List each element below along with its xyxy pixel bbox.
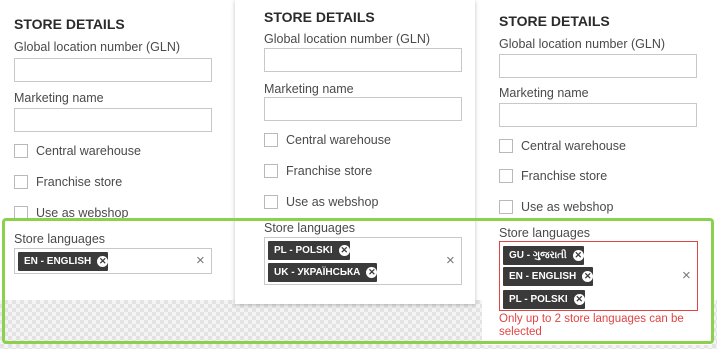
- marketing-name-input[interactable]: [264, 97, 462, 121]
- tag-label: GU - ગુજરાતી: [509, 250, 567, 261]
- tag-label: UK - УКРАЇНСЬКА: [274, 267, 361, 278]
- store-languages-label: Store languages: [14, 232, 106, 246]
- tag-remove-icon[interactable]: ✕: [366, 267, 378, 278]
- central-warehouse-checkbox-row[interactable]: Central warehouse: [264, 132, 391, 148]
- store-details-panel-2: STORE DETAILS Global location number (GL…: [235, 0, 475, 304]
- franchise-store-checkbox[interactable]: [264, 164, 278, 178]
- use-as-webshop-checkbox[interactable]: [499, 200, 513, 214]
- store-languages-select[interactable]: PL - POLSKI ✕ UK - УКРАЇНСЬКА ✕ ×: [264, 237, 462, 285]
- central-warehouse-checkbox[interactable]: [499, 139, 513, 153]
- store-languages-label: Store languages: [499, 226, 591, 240]
- use-as-webshop-checkbox-row[interactable]: Use as webshop: [264, 194, 378, 210]
- checkbox-label: Use as webshop: [36, 206, 129, 220]
- central-warehouse-checkbox[interactable]: [14, 144, 28, 158]
- franchise-store-checkbox[interactable]: [14, 175, 28, 189]
- use-as-webshop-checkbox[interactable]: [14, 206, 28, 220]
- marketing-name-input[interactable]: [499, 103, 697, 127]
- gln-input[interactable]: [14, 58, 212, 82]
- store-languages-select[interactable]: GU - ગુજરાતી ✕ EN - ENGLISH ✕ PL - POLSK…: [499, 241, 698, 311]
- franchise-store-checkbox[interactable]: [499, 169, 513, 183]
- checkbox-label: Franchise store: [286, 164, 373, 178]
- use-as-webshop-checkbox[interactable]: [264, 195, 278, 209]
- gln-input[interactable]: [499, 54, 697, 78]
- clear-icon[interactable]: ×: [446, 253, 455, 268]
- checkbox-label: Central warehouse: [521, 139, 626, 153]
- gln-input[interactable]: [264, 48, 462, 72]
- checkbox-label: Franchise store: [36, 175, 123, 189]
- clear-icon[interactable]: ×: [682, 268, 691, 283]
- tag-remove-icon[interactable]: ✕: [572, 250, 584, 261]
- store-details-panel-1: STORE DETAILS Global location number (GL…: [0, 0, 228, 300]
- marketing-name-label: Marketing name: [14, 91, 104, 105]
- language-tag: GU - ગુજરાતી ✕: [503, 246, 584, 265]
- gln-label: Global location number (GLN): [14, 40, 181, 54]
- use-as-webshop-checkbox-row[interactable]: Use as webshop: [14, 205, 128, 221]
- tag-remove-icon[interactable]: ✕: [97, 256, 109, 267]
- panel-title: STORE DETAILS: [264, 9, 375, 25]
- checkbox-label: Use as webshop: [286, 195, 379, 209]
- tag-label: EN - ENGLISH: [509, 271, 577, 282]
- language-tag: PL - POLSKI ✕: [268, 241, 350, 260]
- tag-label: EN - ENGLISH: [24, 256, 92, 267]
- tag-remove-icon[interactable]: ✕: [582, 271, 594, 282]
- checkbox-label: Central warehouse: [286, 133, 391, 147]
- language-tag: UK - УКРАЇНСЬКА ✕: [268, 263, 378, 282]
- central-warehouse-checkbox-row[interactable]: Central warehouse: [499, 138, 626, 154]
- marketing-name-label: Marketing name: [264, 82, 354, 96]
- checkbox-label: Use as webshop: [521, 200, 614, 214]
- language-tag: PL - POLSKI ✕: [503, 290, 585, 309]
- franchise-store-checkbox-row[interactable]: Franchise store: [14, 174, 122, 190]
- tag-remove-icon[interactable]: ✕: [338, 245, 350, 256]
- tag-label: PL - POLSKI: [274, 245, 333, 256]
- marketing-name-label: Marketing name: [499, 86, 589, 100]
- error-message: Only up to 2 store languages can be sele…: [499, 313, 684, 338]
- marketing-name-input[interactable]: [14, 108, 212, 132]
- franchise-store-checkbox-row[interactable]: Franchise store: [264, 163, 372, 179]
- store-languages-select[interactable]: EN - ENGLISH ✕ ×: [14, 248, 212, 274]
- store-details-panel-3: STORE DETAILS Global location number (GL…: [482, 0, 712, 345]
- tag-label: PL - POLSKI: [509, 294, 568, 305]
- panel-title: STORE DETAILS: [14, 16, 125, 32]
- central-warehouse-checkbox-row[interactable]: Central warehouse: [14, 143, 141, 159]
- language-tag: EN - ENGLISH ✕: [503, 267, 594, 286]
- panel-title: STORE DETAILS: [499, 13, 610, 29]
- checkbox-label: Central warehouse: [36, 144, 141, 158]
- use-as-webshop-checkbox-row[interactable]: Use as webshop: [499, 199, 613, 215]
- central-warehouse-checkbox[interactable]: [264, 133, 278, 147]
- gln-label: Global location number (GLN): [499, 37, 666, 51]
- gln-label: Global location number (GLN): [264, 32, 431, 46]
- store-languages-label: Store languages: [264, 221, 356, 235]
- checkbox-label: Franchise store: [521, 169, 608, 183]
- clear-icon[interactable]: ×: [196, 253, 205, 268]
- franchise-store-checkbox-row[interactable]: Franchise store: [499, 168, 607, 184]
- tag-remove-icon[interactable]: ✕: [573, 294, 585, 305]
- language-tag: EN - ENGLISH ✕: [18, 252, 109, 271]
